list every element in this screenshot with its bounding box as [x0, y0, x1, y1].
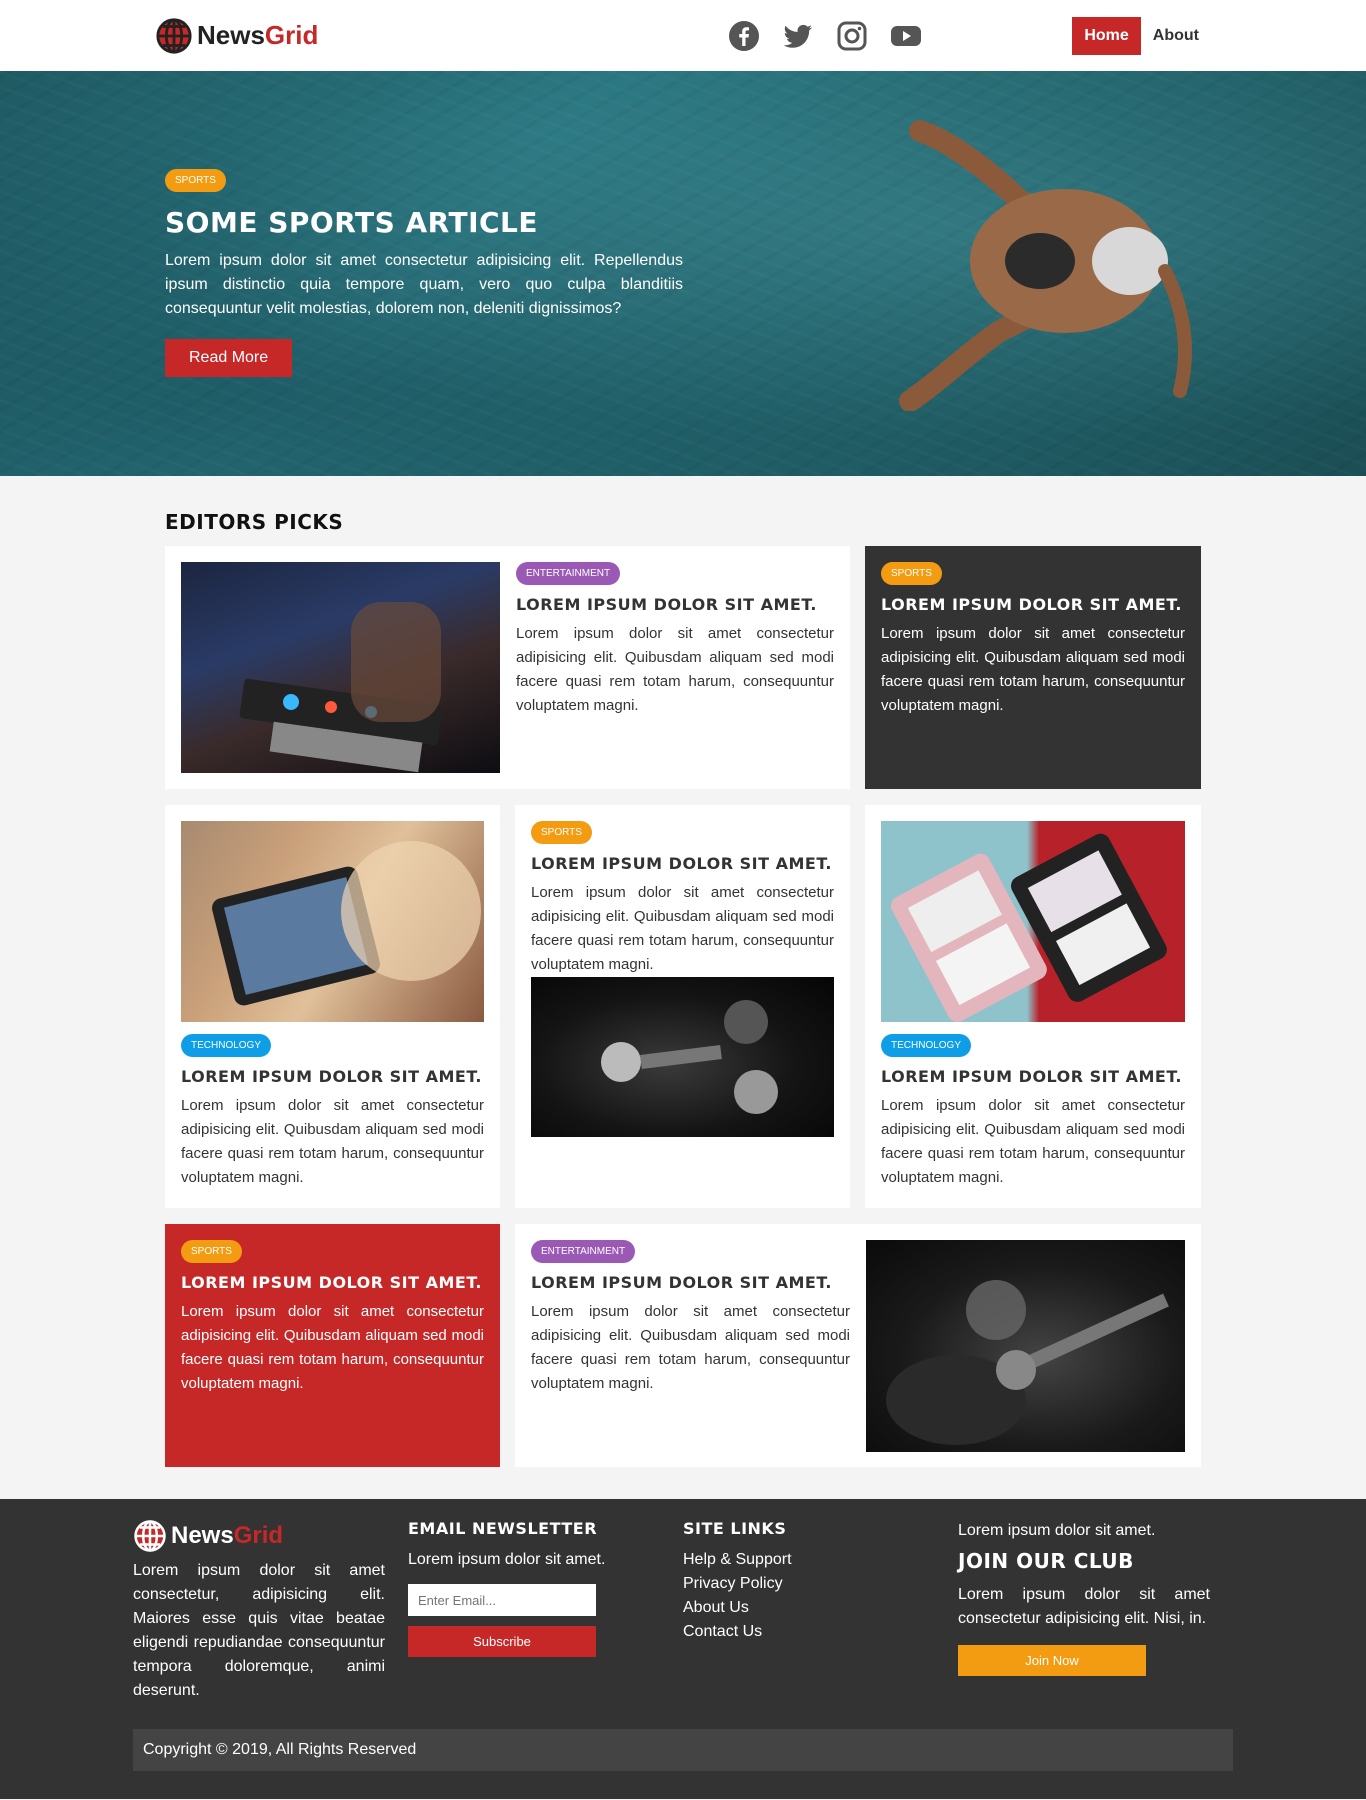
card-text: Lorem ipsum dolor sit amet consectetur a…: [531, 1303, 850, 1392]
article-card[interactable]: ENTERTAINMENT LOREM IPSUM DOLOR SIT AMET…: [165, 546, 850, 789]
nav-link-home[interactable]: Home: [1072, 16, 1141, 55]
tablet-image: [181, 821, 484, 1022]
card-tag[interactable]: TECHNOLOGY: [881, 1034, 972, 1057]
guitar-illustration: [886, 1280, 1169, 1445]
nav-menu: Home About: [1072, 16, 1211, 55]
footer-link-help[interactable]: Help & Support: [683, 1548, 935, 1572]
newsletter-heading: EMAIL NEWSLETTER: [408, 1519, 598, 1538]
card-tag[interactable]: SPORTS: [181, 1240, 242, 1263]
handheld-console-image: [881, 821, 1185, 1022]
read-more-button[interactable]: Read More: [165, 339, 293, 377]
twitter-icon[interactable]: [782, 20, 814, 52]
card-title: LOREM IPSUM DOLOR SIT AMET.: [881, 595, 1182, 614]
footer-newsletter: EMAIL NEWSLETTER Lorem ipsum dolor sit a…: [408, 1519, 660, 1703]
dj-mixer-image: [181, 562, 500, 773]
card-text: Lorem ipsum dolor sit amet consectetur a…: [531, 884, 834, 973]
join-now-button[interactable]: Join Now: [958, 1645, 1146, 1676]
picks-grid: ENTERTAINMENT LOREM IPSUM DOLOR SIT AMET…: [165, 546, 1201, 1467]
footer-logo[interactable]: News Grid: [133, 1519, 385, 1553]
boxer-illustration: [601, 1000, 778, 1114]
article-card[interactable]: TECHNOLOGY LOREM IPSUM DOLOR SIT AMET. L…: [865, 805, 1201, 1208]
card-title: LOREM IPSUM DOLOR SIT AMET.: [181, 1273, 482, 1292]
swimmer-image: [899, 120, 1192, 411]
article-card[interactable]: ENTERTAINMENT LOREM IPSUM DOLOR SIT AMET…: [515, 1224, 1201, 1467]
card-tag[interactable]: SPORTS: [881, 562, 942, 585]
section-heading: EDITORS PICKS: [165, 510, 344, 534]
footer-club: Lorem ipsum dolor sit amet. JOIN OUR CLU…: [958, 1519, 1210, 1703]
navbar: News Grid Home About: [0, 0, 1366, 71]
card-title: LOREM IPSUM DOLOR SIT AMET.: [531, 854, 832, 873]
article-card[interactable]: TECHNOLOGY LOREM IPSUM DOLOR SIT AMET. L…: [165, 805, 500, 1208]
instagram-icon[interactable]: [836, 20, 868, 52]
social-links: [728, 20, 922, 52]
logo-text-grid: Grid: [233, 1522, 284, 1549]
tablet-illustration: [212, 841, 481, 1006]
hero-content: SPORTS SOME SPORTS ARTICLE Lorem ipsum d…: [165, 169, 683, 377]
subscribe-button[interactable]: Subscribe: [408, 1626, 596, 1657]
card-text: Lorem ipsum dolor sit amet consectetur a…: [516, 625, 834, 714]
logo[interactable]: News Grid: [155, 17, 318, 55]
editors-picks: EDITORS PICKS ENTERTAINMENT LOREM IPSUM …: [165, 476, 1201, 1467]
globe-icon: [134, 1520, 166, 1552]
guitar-image: [866, 1240, 1185, 1452]
logo-text-news: News: [197, 20, 265, 50]
email-input[interactable]: [408, 1584, 596, 1616]
hero-text: Lorem ipsum dolor sit amet consectetur a…: [165, 252, 683, 317]
card-text: Lorem ipsum dolor sit amet consectetur a…: [181, 1097, 484, 1186]
hero-title: SOME SPORTS ARTICLE: [165, 206, 539, 239]
footer-link-contact[interactable]: Contact Us: [683, 1620, 935, 1644]
boxer-image: [531, 977, 834, 1137]
copyright: Copyright © 2019, All Rights Reserved: [133, 1729, 1233, 1771]
footer-link-privacy[interactable]: Privacy Policy: [683, 1572, 935, 1596]
card-text: Lorem ipsum dolor sit amet consectetur a…: [881, 1097, 1185, 1186]
card-tag[interactable]: SPORTS: [531, 821, 592, 844]
hero-showcase: SPORTS SOME SPORTS ARTICLE Lorem ipsum d…: [0, 71, 1366, 476]
card-title: LOREM IPSUM DOLOR SIT AMET.: [516, 595, 817, 614]
club-intro: Lorem ipsum dolor sit amet.: [958, 1522, 1156, 1539]
globe-icon: [156, 17, 192, 54]
card-title: LOREM IPSUM DOLOR SIT AMET.: [181, 1067, 482, 1086]
nav-link-about[interactable]: About: [1141, 17, 1211, 55]
article-card[interactable]: SPORTS LOREM IPSUM DOLOR SIT AMET. Lorem…: [865, 546, 1201, 789]
article-card[interactable]: SPORTS LOREM IPSUM DOLOR SIT AMET. Lorem…: [515, 805, 850, 1208]
footer-about-text: Lorem ipsum dolor sit amet consectetur, …: [133, 1562, 385, 1699]
footer: News Grid Lorem ipsum dolor sit amet cons…: [0, 1499, 1366, 1799]
facebook-icon[interactable]: [728, 20, 760, 52]
card-title: LOREM IPSUM DOLOR SIT AMET.: [881, 1067, 1182, 1086]
footer-site-links: SITE LINKS Help & Support Privacy Policy…: [683, 1519, 935, 1703]
club-text: Lorem ipsum dolor sit amet consectetur a…: [958, 1586, 1210, 1627]
dj-illustration: [239, 602, 443, 773]
logo-text-news: News: [171, 1522, 234, 1549]
youtube-icon[interactable]: [890, 20, 922, 52]
footer-about: News Grid Lorem ipsum dolor sit amet cons…: [133, 1519, 385, 1703]
card-text: Lorem ipsum dolor sit amet consectetur a…: [881, 625, 1185, 714]
newsletter-text: Lorem ipsum dolor sit amet.: [408, 1551, 606, 1568]
console-illustration: [891, 833, 1167, 1022]
hero-tag[interactable]: SPORTS: [165, 169, 226, 192]
card-tag[interactable]: ENTERTAINMENT: [516, 562, 621, 585]
site-links-heading: SITE LINKS: [683, 1519, 787, 1538]
logo-text-grid: Grid: [264, 20, 319, 50]
article-card[interactable]: SPORTS LOREM IPSUM DOLOR SIT AMET. Lorem…: [165, 1224, 500, 1467]
card-tag[interactable]: TECHNOLOGY: [181, 1034, 272, 1057]
club-heading: JOIN OUR CLUB: [958, 1549, 1134, 1573]
card-title: LOREM IPSUM DOLOR SIT AMET.: [531, 1273, 832, 1292]
card-tag[interactable]: ENTERTAINMENT: [531, 1240, 636, 1263]
card-text: Lorem ipsum dolor sit amet consectetur a…: [181, 1303, 484, 1392]
footer-link-about[interactable]: About Us: [683, 1596, 935, 1620]
